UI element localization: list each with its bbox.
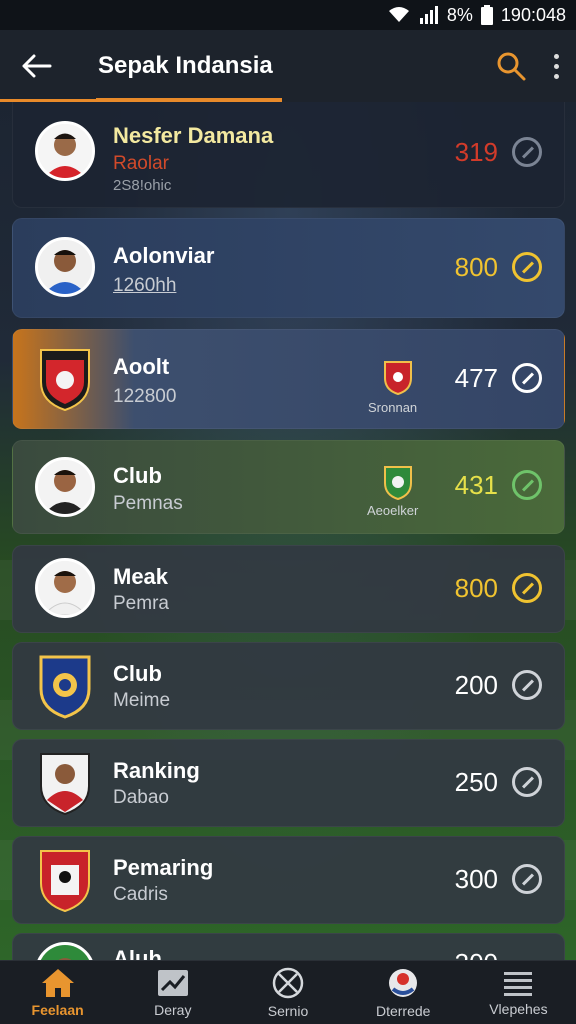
- row-score: 300: [455, 948, 498, 960]
- more-dot-icon: [553, 53, 559, 59]
- list-item[interactable]: Nesfer Damana Raolar 2S8!ohic 319: [12, 102, 565, 208]
- status-bar: 8% 190:048: [0, 0, 576, 30]
- list-item[interactable]: Ranking Dabao 250: [12, 739, 565, 827]
- list-item[interactable]: Club Pemnas Aeoelker 431: [12, 440, 565, 534]
- row-subtitle: Cadris: [113, 884, 168, 905]
- club-crest-icon: [39, 655, 91, 719]
- search-icon: [497, 52, 526, 81]
- club-badge-icon: [384, 361, 412, 396]
- row-subtitle-2: 2S8!ohic: [113, 177, 172, 194]
- check-icon[interactable]: [512, 864, 542, 894]
- player-avatar: [35, 558, 95, 618]
- club-crest-icon: [40, 349, 90, 412]
- row-subtitle: Raolar: [113, 153, 169, 174]
- list-item[interactable]: Meak Pemra 800: [12, 545, 565, 633]
- page-title: Sepak Indansia: [98, 52, 273, 79]
- list-item[interactable]: Aluh 300: [12, 933, 565, 960]
- more-dot-icon: [553, 73, 559, 79]
- row-name: Aoolt: [113, 354, 170, 379]
- check-icon[interactable]: [512, 137, 542, 167]
- back-button[interactable]: [0, 30, 74, 102]
- club-badge-label: Sronnan: [368, 400, 418, 415]
- nav-label: Deray: [154, 1001, 192, 1018]
- row-subtitle: 1260hh: [113, 275, 177, 296]
- more-dot-icon: [553, 63, 559, 69]
- nav-item-deray[interactable]: Deray: [115, 961, 230, 1024]
- player-avatar: [35, 942, 95, 960]
- ranking-list: Nesfer Damana Raolar 2S8!ohic 319 Aolonv…: [0, 102, 576, 960]
- nav-label: Feelaan: [31, 1001, 84, 1018]
- nav-label: Sernio: [267, 1002, 309, 1019]
- list-item[interactable]: Aolonviar 1260hh 800: [12, 218, 565, 318]
- home-icon: [41, 968, 74, 997]
- row-score: 477: [454, 363, 498, 393]
- row-subtitle: Dabao: [113, 787, 169, 808]
- row-score: 319: [454, 137, 498, 167]
- row-name: Nesfer Damana: [113, 123, 274, 148]
- check-icon[interactable]: [512, 767, 542, 797]
- nav-item-home[interactable]: Feelaan: [0, 961, 115, 1024]
- nav-item-sernio[interactable]: Sernio: [230, 961, 345, 1024]
- club-badge-label: Aeoelker: [367, 503, 419, 518]
- chart-icon: [157, 969, 188, 996]
- arrow-left-icon: [22, 54, 52, 78]
- row-name: Aluh: [113, 946, 162, 960]
- row-score: 800: [454, 573, 498, 603]
- row-name: Ranking: [113, 758, 200, 783]
- row-name: Club: [113, 463, 162, 488]
- club-crest-icon: [40, 753, 90, 816]
- more-options-button[interactable]: [536, 30, 576, 102]
- nav-item-vlepehes[interactable]: Vlepehes: [461, 961, 576, 1024]
- app-bar: Sepak Indansia: [0, 30, 576, 102]
- club-crest-icon: [40, 850, 90, 913]
- list-item[interactable]: Aoolt 122800 Sronnan 477: [12, 329, 565, 429]
- row-score: 300: [454, 864, 498, 894]
- list-item[interactable]: Club Meime 200: [12, 642, 565, 730]
- check-icon[interactable]: [512, 252, 542, 282]
- clock-time: 190:048: [500, 4, 566, 25]
- menu-icon: [504, 971, 533, 996]
- row-name: Meak: [113, 564, 169, 589]
- ball-icon: [272, 967, 304, 998]
- search-button[interactable]: [486, 30, 536, 102]
- badge-icon: [389, 968, 418, 997]
- nav-label: Vlepehes: [489, 1000, 548, 1017]
- check-icon[interactable]: [512, 670, 542, 700]
- row-subtitle: Pemnas: [113, 493, 183, 514]
- check-icon[interactable]: [512, 363, 542, 393]
- battery-percent: 8%: [446, 4, 473, 25]
- club-badge-icon: [384, 466, 412, 501]
- row-subtitle: Meime: [113, 690, 171, 711]
- nav-item-dterrede[interactable]: Dterrede: [346, 961, 461, 1024]
- row-name: Pemaring: [113, 855, 214, 880]
- row-score: 250: [454, 767, 498, 797]
- player-avatar: [35, 237, 95, 297]
- bottom-navigation: Feelaan Deray Sernio Dterrede Vlepehes: [0, 960, 576, 1024]
- row-score: 200: [454, 670, 498, 700]
- player-avatar: [35, 121, 95, 181]
- check-icon[interactable]: [512, 573, 542, 603]
- player-avatar: [35, 457, 95, 517]
- row-score: 800: [454, 252, 498, 282]
- row-name: Aolonviar: [113, 243, 215, 268]
- battery-icon: [480, 5, 493, 25]
- row-score: 431: [454, 470, 498, 500]
- list-item[interactable]: Pemaring Cadris 300: [12, 836, 565, 924]
- nav-label: Dterrede: [375, 1002, 431, 1019]
- signal-icon: [419, 6, 438, 24]
- check-icon[interactable]: [512, 470, 542, 500]
- row-name: Club: [113, 661, 162, 686]
- wifi-icon: [388, 7, 409, 22]
- row-subtitle: Pemra: [113, 593, 169, 614]
- row-subtitle: 122800: [113, 386, 177, 407]
